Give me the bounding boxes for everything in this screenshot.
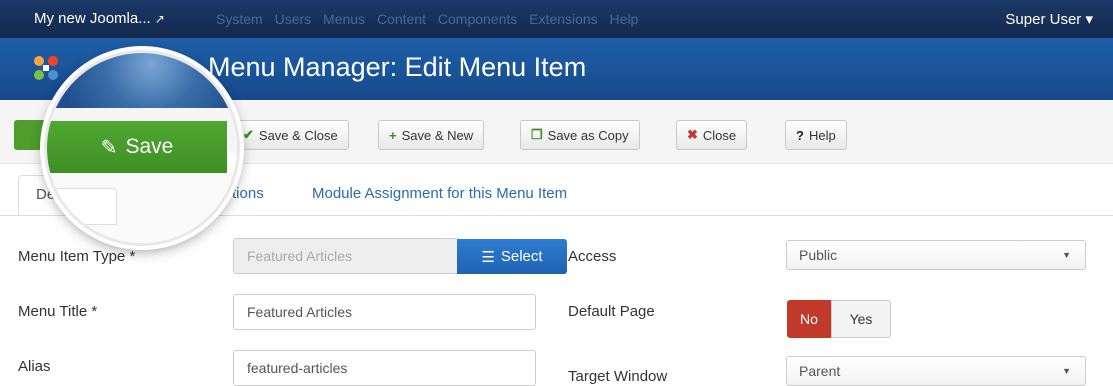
- access-value: Public: [799, 247, 838, 263]
- menu-item-type-label: Menu Item Type *: [18, 248, 136, 265]
- default-page-label: Default Page: [568, 303, 655, 320]
- question-circle-icon: ?: [796, 127, 804, 143]
- menu-title-field[interactable]: Featured Articles: [233, 294, 536, 330]
- magnifier-lens: ✎ Save: [44, 50, 240, 246]
- magnified-header: [47, 53, 237, 108]
- menu-extensions[interactable]: Extensions: [529, 11, 597, 27]
- default-page-toggle: No Yes: [787, 300, 891, 338]
- access-label: Access: [568, 248, 617, 265]
- tab-module-assignment[interactable]: Module Assignment for this Menu Item: [312, 185, 567, 202]
- menu-content[interactable]: Content: [377, 11, 426, 27]
- default-page-yes-button[interactable]: Yes: [831, 300, 891, 338]
- edit-icon: ✎: [100, 136, 118, 159]
- target-window-value: Parent: [799, 363, 841, 379]
- check-icon: ✔: [243, 127, 254, 142]
- save-close-label: Save & Close: [258, 127, 338, 143]
- copy-icon: ❐: [531, 127, 543, 142]
- menu-menus[interactable]: Menus: [323, 11, 365, 27]
- main-menu: System Users Menus Content Components Ex…: [216, 11, 646, 27]
- save-button[interactable]: ✎ Save: [47, 121, 227, 173]
- select-label: Select: [500, 248, 543, 265]
- menu-title-label: Menu Title *: [18, 303, 98, 320]
- menu-components[interactable]: Components: [438, 11, 517, 27]
- save-copy-button[interactable]: ❐ Save as Copy: [520, 120, 640, 150]
- magnified-tab: [55, 188, 117, 225]
- user-name: Super User: [1005, 11, 1082, 28]
- close-label: Close: [702, 127, 737, 143]
- list-icon: ☰: [481, 248, 495, 266]
- menu-users[interactable]: Users: [275, 11, 312, 27]
- access-select[interactable]: Public ▼: [786, 240, 1086, 270]
- save-new-label: Save & New: [401, 127, 474, 143]
- close-circle-icon: ✖: [687, 127, 698, 142]
- external-link-icon: ↗: [154, 12, 165, 26]
- menu-system[interactable]: System: [216, 11, 263, 27]
- target-window-label: Target Window: [568, 368, 668, 385]
- default-page-no-button[interactable]: No: [787, 300, 831, 338]
- help-button[interactable]: ? Help: [785, 120, 847, 150]
- select-menu-type-button[interactable]: ☰ Select: [457, 239, 567, 274]
- save-copy-label: Save as Copy: [547, 127, 629, 143]
- user-menu[interactable]: Super User ▾: [1005, 10, 1093, 28]
- menu-help[interactable]: Help: [610, 11, 639, 27]
- save-close-button[interactable]: ✔ Save & Close: [232, 120, 349, 150]
- alias-field[interactable]: featured-articles: [233, 350, 536, 386]
- target-window-select[interactable]: Parent ▼: [786, 356, 1086, 386]
- site-link[interactable]: My new Joomla... ↗: [34, 10, 165, 27]
- close-button[interactable]: ✖ Close: [676, 120, 748, 150]
- caret-down-icon: ▼: [1062, 366, 1071, 376]
- site-name: My new Joomla...: [34, 10, 151, 27]
- plus-icon: +: [389, 127, 397, 143]
- save-label: Save: [125, 135, 174, 158]
- top-navbar: My new Joomla... ↗ System Users Menus Con…: [0, 0, 1113, 38]
- alias-label: Alias: [18, 358, 51, 375]
- page-title: Menu Manager: Edit Menu Item: [208, 52, 587, 82]
- help-label: Help: [808, 127, 836, 143]
- chevron-down-icon: ▾: [1085, 11, 1093, 28]
- menu-item-type-field: Featured Articles: [233, 238, 459, 274]
- save-new-button[interactable]: + Save & New: [378, 120, 485, 150]
- caret-down-icon: ▼: [1062, 250, 1071, 260]
